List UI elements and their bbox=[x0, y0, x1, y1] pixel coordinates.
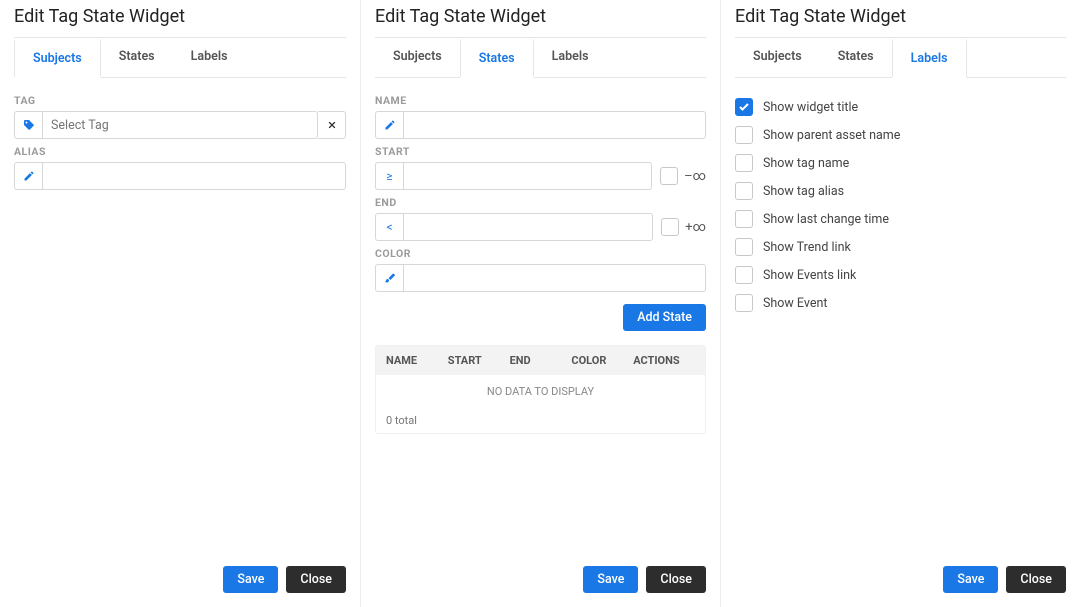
state-name-input[interactable] bbox=[403, 111, 706, 139]
pencil-icon bbox=[14, 162, 42, 190]
tab-states[interactable]: States bbox=[460, 39, 534, 78]
tab-states[interactable]: States bbox=[101, 38, 173, 77]
dialog-title: Edit Tag State Widget bbox=[0, 6, 360, 37]
checkbox[interactable] bbox=[735, 98, 753, 116]
start-label: START bbox=[375, 145, 706, 158]
tab-subjects[interactable]: Subjects bbox=[14, 39, 101, 78]
checkbox[interactable] bbox=[735, 210, 753, 228]
tabs: Subjects States Labels bbox=[375, 37, 706, 78]
end-unbounded-checkbox[interactable] bbox=[661, 218, 679, 236]
start-unbounded-checkbox[interactable] bbox=[660, 167, 678, 185]
save-button[interactable]: Save bbox=[223, 566, 278, 593]
close-button[interactable]: Close bbox=[1006, 566, 1066, 593]
save-button[interactable]: Save bbox=[583, 566, 638, 593]
table-total: 0 total bbox=[376, 408, 705, 433]
table-empty-message: NO DATA TO DISPLAY bbox=[376, 375, 705, 408]
end-label: END bbox=[375, 196, 706, 209]
save-button[interactable]: Save bbox=[943, 566, 998, 593]
tab-body-labels: Show widget title Show parent asset name… bbox=[721, 78, 1080, 607]
color-label: COLOR bbox=[375, 247, 706, 260]
name-label: NAME bbox=[375, 94, 706, 107]
checkbox-label: Show parent asset name bbox=[763, 128, 900, 143]
alias-input[interactable] bbox=[42, 162, 346, 190]
tabs: Subjects States Labels bbox=[14, 37, 346, 78]
checkbox[interactable] bbox=[735, 266, 753, 284]
tab-subjects[interactable]: Subjects bbox=[735, 38, 820, 77]
state-color-input[interactable] bbox=[403, 264, 706, 292]
gte-icon: ≥ bbox=[375, 162, 403, 190]
state-end-input[interactable] bbox=[403, 213, 653, 241]
minus-infinity-label: –∞ bbox=[684, 169, 706, 184]
checkbox-label: Show tag alias bbox=[763, 184, 844, 199]
tag-input[interactable] bbox=[42, 111, 318, 139]
states-table: NAME START END COLOR ACTIONS NO DATA TO … bbox=[375, 345, 706, 434]
state-start-input[interactable] bbox=[403, 162, 652, 190]
tab-subjects[interactable]: Subjects bbox=[375, 38, 460, 77]
brush-icon bbox=[375, 264, 403, 292]
col-actions: ACTIONS bbox=[633, 354, 695, 367]
check-show-event: Show Event bbox=[735, 294, 1066, 312]
checkbox-label: Show widget title bbox=[763, 100, 858, 115]
checkbox[interactable] bbox=[735, 182, 753, 200]
close-button[interactable]: Close bbox=[646, 566, 706, 593]
check-show-trend-link: Show Trend link bbox=[735, 238, 1066, 256]
panel-labels: Edit Tag State Widget Subjects States La… bbox=[720, 0, 1080, 607]
check-show-events-link: Show Events link bbox=[735, 266, 1066, 284]
col-end: END bbox=[510, 354, 572, 367]
plus-infinity-label: +∞ bbox=[685, 220, 706, 235]
dialog-title: Edit Tag State Widget bbox=[721, 6, 1080, 37]
check-show-parent-asset-name: Show parent asset name bbox=[735, 126, 1066, 144]
check-show-last-change-time: Show last change time bbox=[735, 210, 1066, 228]
add-state-button[interactable]: Add State bbox=[623, 304, 706, 331]
lt-icon: < bbox=[375, 213, 403, 241]
panel-states: Edit Tag State Widget Subjects States La… bbox=[360, 0, 720, 607]
tab-states[interactable]: States bbox=[820, 38, 892, 77]
tag-label: TAG bbox=[14, 94, 346, 107]
tab-labels[interactable]: Labels bbox=[534, 38, 607, 77]
col-color: COLOR bbox=[571, 354, 633, 367]
checkbox-label: Show Trend link bbox=[763, 240, 851, 255]
checkbox[interactable] bbox=[735, 294, 753, 312]
check-show-tag-name: Show tag name bbox=[735, 154, 1066, 172]
col-start: START bbox=[448, 354, 510, 367]
tab-labels[interactable]: Labels bbox=[892, 39, 967, 78]
tag-icon bbox=[14, 111, 42, 139]
check-show-tag-alias: Show tag alias bbox=[735, 182, 1066, 200]
tabs: Subjects States Labels bbox=[735, 37, 1066, 78]
tab-body-subjects: TAG ALIAS bbox=[0, 78, 360, 607]
tab-labels[interactable]: Labels bbox=[173, 38, 246, 77]
clear-tag-button[interactable] bbox=[318, 111, 346, 139]
checkbox-label: Show tag name bbox=[763, 156, 849, 171]
panel-subjects: Edit Tag State Widget Subjects States La… bbox=[0, 0, 360, 607]
checkbox[interactable] bbox=[735, 238, 753, 256]
check-show-widget-title: Show widget title bbox=[735, 98, 1066, 116]
checkbox-label: Show Events link bbox=[763, 268, 856, 283]
checkbox-label: Show Event bbox=[763, 296, 827, 311]
checkbox[interactable] bbox=[735, 154, 753, 172]
dialog-title: Edit Tag State Widget bbox=[361, 6, 720, 37]
alias-label: ALIAS bbox=[14, 145, 346, 158]
pencil-icon bbox=[375, 111, 403, 139]
checkbox[interactable] bbox=[735, 126, 753, 144]
table-header-row: NAME START END COLOR ACTIONS bbox=[376, 346, 705, 375]
checkbox-label: Show last change time bbox=[763, 212, 889, 227]
tab-body-states: NAME START ≥ –∞ END < bbox=[361, 78, 720, 607]
close-button[interactable]: Close bbox=[286, 566, 346, 593]
col-name: NAME bbox=[386, 354, 448, 367]
